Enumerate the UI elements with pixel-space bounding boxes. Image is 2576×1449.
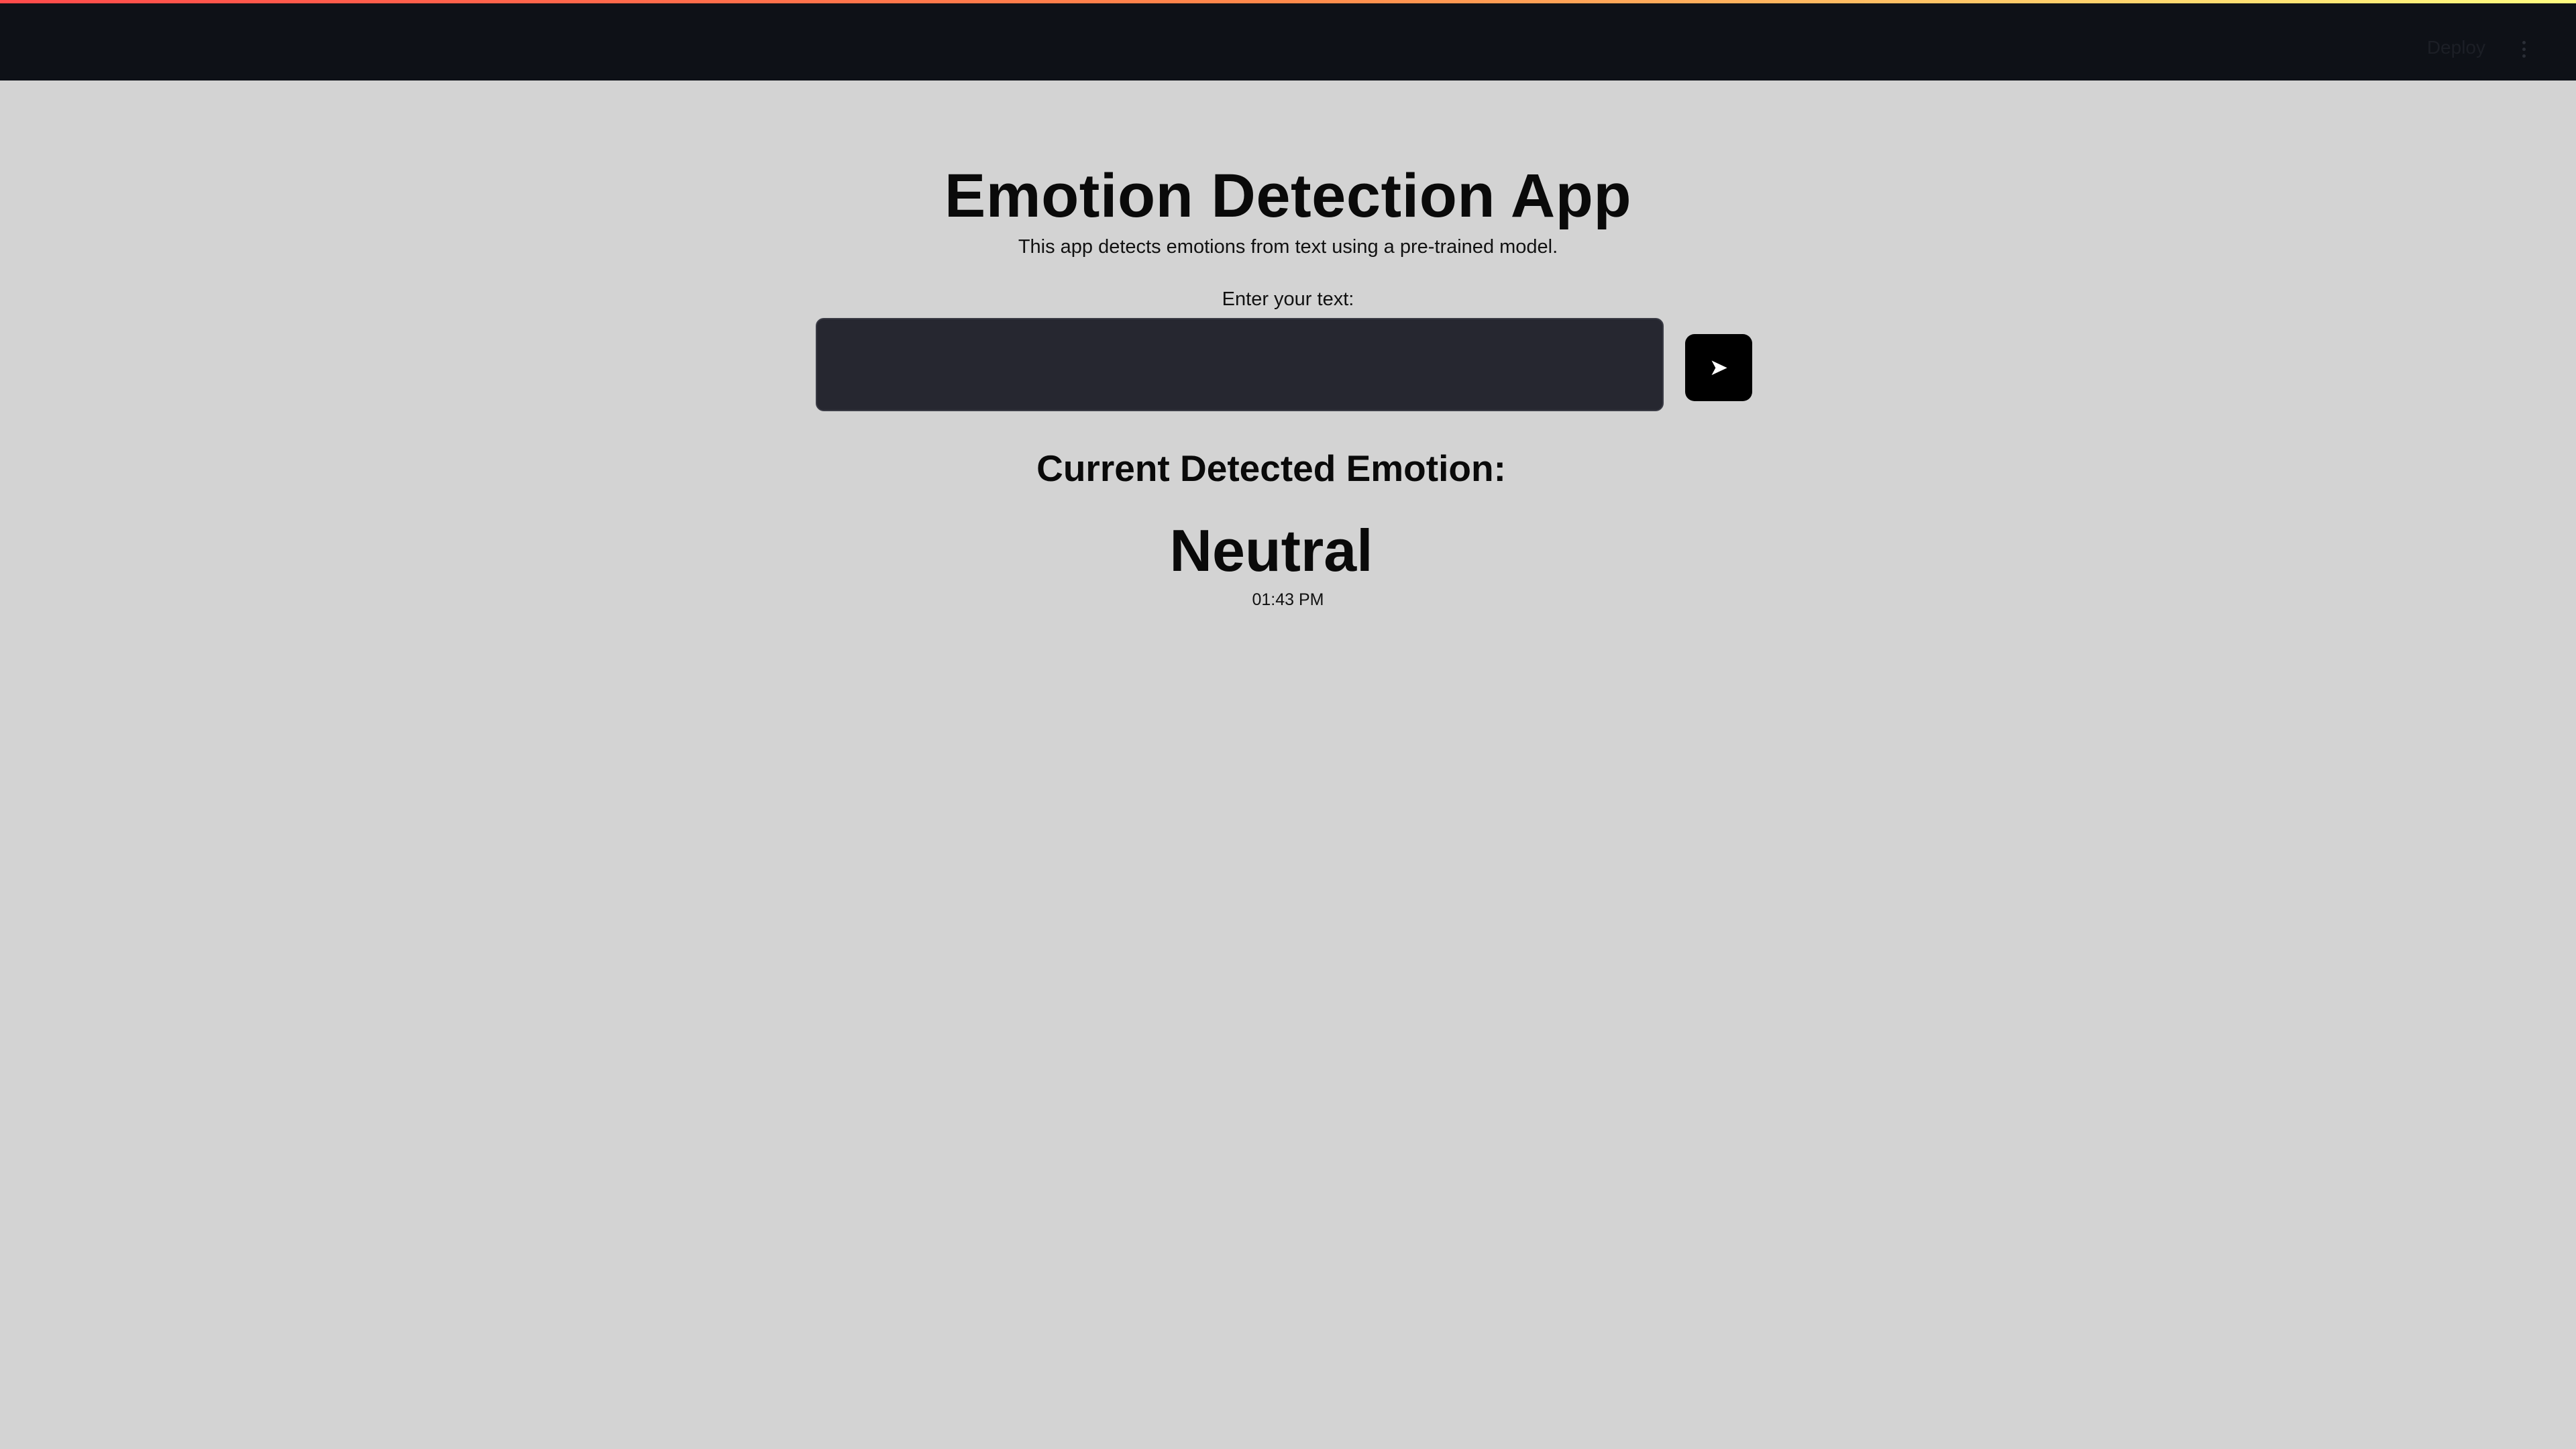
emotion-heading: Current Detected Emotion:: [1036, 447, 1506, 489]
vertical-ellipsis-icon[interactable]: [2517, 41, 2530, 61]
text-input-label: Enter your text:: [1222, 288, 1354, 310]
send-arrow-icon: ➤: [1709, 355, 1729, 380]
page-title: Emotion Detection App: [944, 162, 1632, 230]
deploy-button[interactable]: Deploy: [2427, 37, 2485, 58]
detection-timestamp: 01:43 PM: [1252, 590, 1324, 609]
text-input[interactable]: [816, 318, 1664, 411]
send-button[interactable]: ➤: [1685, 334, 1752, 401]
detected-emotion-value: Neutral: [1169, 517, 1373, 584]
page-subtitle: This app detects emotions from text usin…: [1018, 236, 1558, 258]
app-header: Deploy: [0, 3, 2576, 80]
